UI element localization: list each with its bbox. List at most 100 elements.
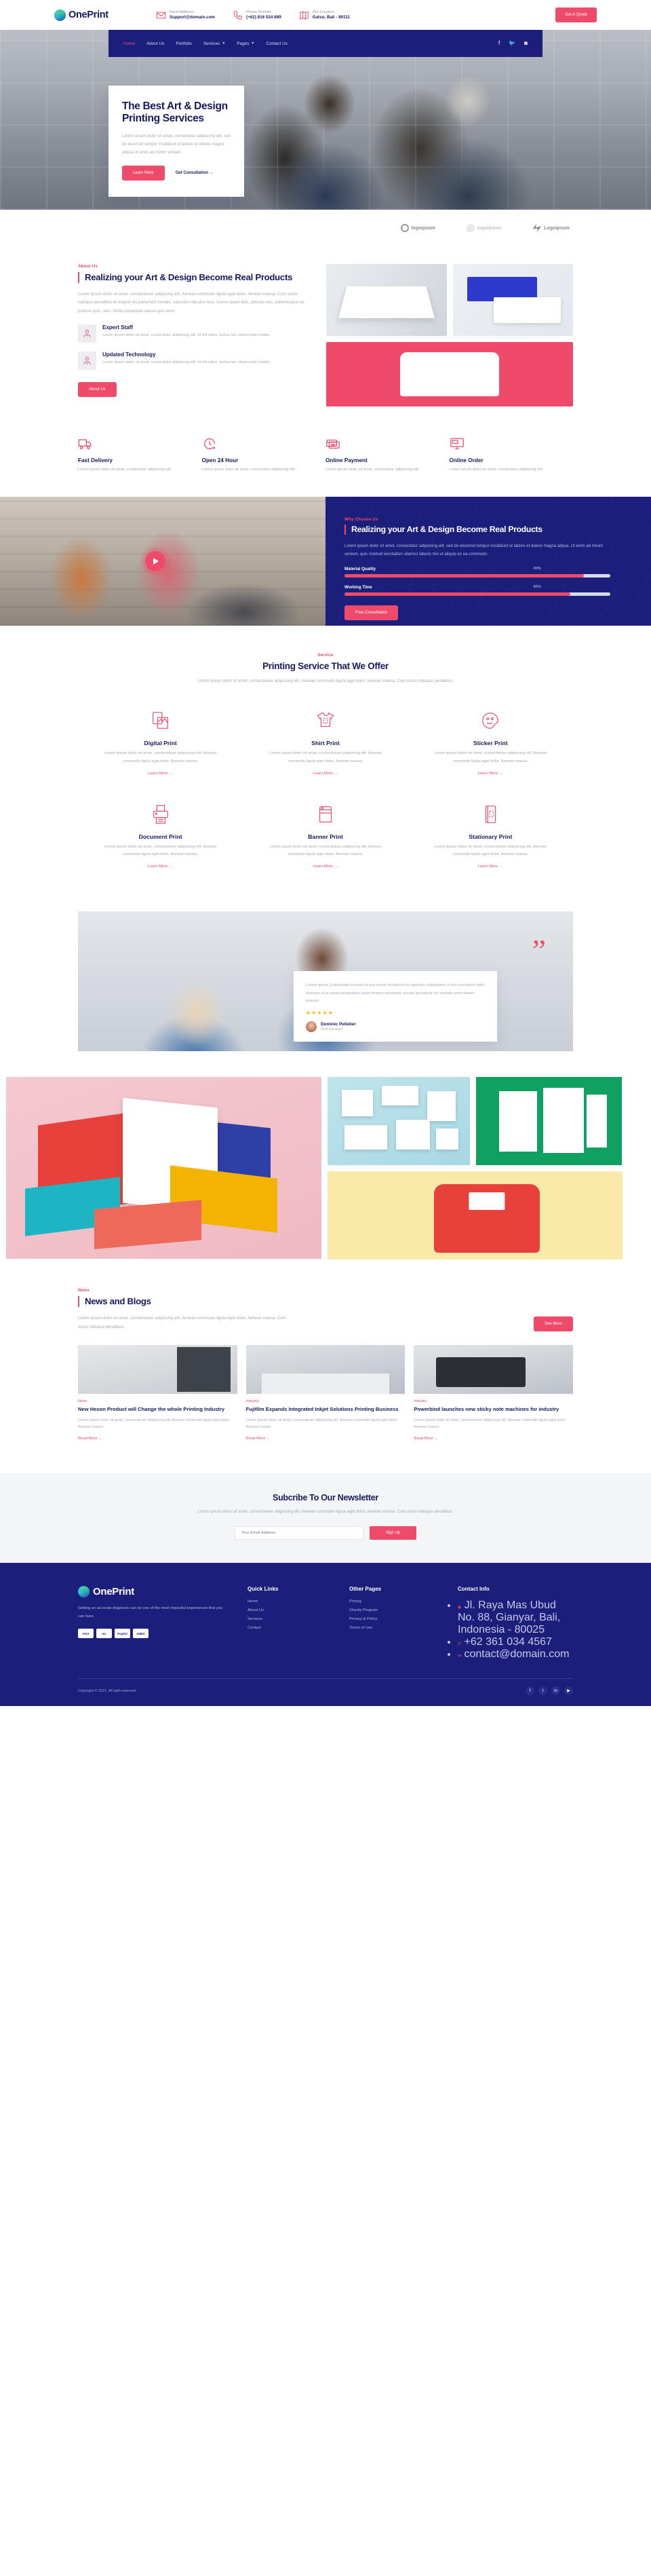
- nav-item-home[interactable]: Home: [123, 41, 135, 46]
- blog-card-1[interactable]: News New Hexon Product will Change the w…: [78, 1345, 237, 1443]
- feature-fast-delivery: Fast Delivery Lorem ipsum dolor sit amet…: [78, 434, 202, 474]
- linkedin-icon[interactable]: in: [551, 1686, 560, 1696]
- blog-3-link[interactable]: Read More →: [414, 1437, 438, 1441]
- feature-open-24-hour: Open 24 Hour Lorem ipsum dolor sit amet,…: [202, 434, 326, 474]
- nav-item-pages[interactable]: Pages ▼: [237, 41, 254, 46]
- nav-item-portfolio[interactable]: Portfolio: [176, 41, 191, 46]
- topbar-contact-email[interactable]: Email Address Support@domain.com: [156, 10, 215, 20]
- top-bar: OnePrint Email Address Support@domain.co…: [0, 0, 651, 30]
- contact-address: ◉ Jl. Raya Mas Ubud No. 88, Gianyar, Bal…: [458, 1599, 573, 1636]
- quick-link-about-us[interactable]: About Us: [248, 1608, 349, 1612]
- instagram-icon[interactable]: ◙: [524, 41, 528, 46]
- service-6-link[interactable]: Learn More →: [478, 865, 503, 869]
- quick-link-contact[interactable]: Contact: [248, 1626, 349, 1630]
- why-title: Realizing your Art & Design Become Real …: [344, 525, 610, 535]
- contact-email[interactable]: ✉ contact@domain.com: [458, 1648, 573, 1661]
- service-1-title: Digital Print: [144, 740, 177, 747]
- blog-2-image: [245, 1345, 406, 1395]
- footer-brand[interactable]: OnePrint: [78, 1586, 223, 1598]
- contact-phone[interactable]: ✆ +62 361 034 4567: [458, 1636, 573, 1648]
- why-choose-us-section: Why Choose Us Realizing your Art & Desig…: [0, 497, 651, 626]
- service-3-text: Lorem ipsum dolor sit amet, consectetuer…: [434, 751, 547, 763]
- service-1-link[interactable]: Learn More →: [148, 772, 173, 776]
- blog-card-2[interactable]: Industry Fujifilm Expands Integrated Ink…: [245, 1345, 406, 1443]
- other-page-privacy-policy[interactable]: Privacy & Policy: [349, 1617, 458, 1621]
- blog-card-3[interactable]: Industry Powerbind launches new sticky n…: [414, 1345, 574, 1443]
- topbar-contact-phone[interactable]: Phone Number (+62) 816 524 689: [233, 10, 281, 20]
- service-card-document-print[interactable]: Document Print Lorem ipsum dolor sit ame…: [78, 794, 243, 888]
- footer-quick-links: Quick Links Home About Us Services Conta…: [248, 1586, 349, 1661]
- why-video-thumbnail: [0, 497, 326, 626]
- blog-2-link[interactable]: Read More →: [246, 1437, 271, 1441]
- contact-email-value: contact@domain.com: [464, 1648, 570, 1661]
- digital-print-icon: [96, 707, 225, 734]
- facebook-icon[interactable]: f: [498, 41, 500, 46]
- about-feature-expert-staff: Expert Staff Lorem ipsum dolor sit amet,…: [78, 324, 309, 343]
- service-1-text: Lorem ipsum dolor sit amet, consectetuer…: [104, 751, 217, 763]
- bar-2-label: Working Time: [344, 584, 372, 590]
- gallery-image-moodboard[interactable]: [328, 1077, 470, 1166]
- email-icon: [156, 10, 166, 20]
- blog-2-title: Fujifilm Expands Integrated Inkjet Solut…: [245, 1406, 399, 1413]
- hero-get-consultation-link[interactable]: Get Consultation →: [176, 171, 214, 175]
- service-3-title: Sticker Print: [473, 740, 508, 747]
- topbar-contact-location[interactable]: Our Location Gatsu, Bali - 80111: [299, 10, 350, 20]
- footer: OnePrint Getting an accurate diagnosis c…: [0, 1563, 651, 1707]
- quick-link-home[interactable]: Home: [248, 1599, 349, 1604]
- service-card-sticker-print[interactable]: Sticker Print Lorem ipsum dolor sit amet…: [408, 700, 573, 794]
- twitter-icon[interactable]: t: [538, 1686, 547, 1696]
- blog-3-image: [414, 1345, 574, 1395]
- quick-link-services[interactable]: Services: [248, 1617, 349, 1621]
- play-icon[interactable]: [145, 551, 165, 572]
- service-5-link[interactable]: Learn More →: [313, 865, 338, 869]
- newsletter-signup-button[interactable]: Sign Up: [369, 1526, 417, 1540]
- contact-address-value: Jl. Raya Mas Ubud No. 88, Gianyar, Bali,…: [458, 1599, 561, 1636]
- twitter-icon[interactable]: 🐦: [509, 41, 515, 46]
- newsletter-email-input[interactable]: [234, 1526, 363, 1540]
- service-card-shirt-print[interactable]: Shirt Print Lorem ipsum dolor sit amet, …: [243, 700, 408, 794]
- main-navigation: Home About Us Portfolio Services ▼ Pages ▼…: [108, 30, 542, 57]
- feature-online-order: Online Order Lorem ipsum dolor sit amet,…: [450, 434, 574, 474]
- testimonial-quote: Lorem ipsum Quibusdam eveniet ut eos rer…: [306, 983, 485, 1004]
- blog-1-link[interactable]: Read More →: [78, 1437, 102, 1441]
- chevron-down-icon: ▼: [222, 41, 226, 45]
- about-image-businesscard: [452, 264, 573, 336]
- youtube-icon[interactable]: ▶: [564, 1686, 573, 1696]
- hero-learn-more-button[interactable]: Learn More: [122, 166, 165, 181]
- nav-item-about-us[interactable]: About Us: [146, 41, 164, 46]
- mail-icon: ✉: [458, 1654, 462, 1659]
- gallery-image-tshirt-mockup[interactable]: [328, 1171, 623, 1260]
- gallery-image-boxes[interactable]: [6, 1077, 321, 1259]
- nav-item-services[interactable]: Services ▼: [203, 41, 225, 46]
- about-button[interactable]: About Us: [78, 382, 117, 398]
- services-section: Service Printing Service That We Offer L…: [78, 626, 573, 905]
- news-see-more-button[interactable]: See More: [533, 1317, 573, 1332]
- service-card-digital-print[interactable]: Digital Print Lorem ipsum dolor sit amet…: [78, 700, 243, 794]
- client-logos: logoipsum logoipsum Logoipsum: [0, 210, 651, 246]
- gallery-image-books[interactable]: [476, 1077, 622, 1166]
- service-card-banner-print[interactable]: Banner Print Lorem ipsum dolor sit amet,…: [243, 794, 408, 888]
- other-page-terms-of-use[interactable]: Terms of Use: [349, 1626, 458, 1630]
- blog-3-text: Lorem ipsum dolor sit amet, consectetuer…: [414, 1418, 566, 1429]
- service-4-link[interactable]: Learn More →: [148, 865, 173, 869]
- brand-mark-icon: [78, 1586, 90, 1598]
- other-page-charity-program[interactable]: Charity Program: [349, 1608, 458, 1612]
- get-a-quote-button[interactable]: Get A Quote: [555, 7, 597, 22]
- blog-1-text: Lorem ipsum dolor sit amet, consectetuer…: [78, 1418, 231, 1429]
- service-3-link[interactable]: Learn More →: [478, 772, 503, 776]
- other-page-pricing[interactable]: Pricing: [349, 1599, 458, 1604]
- free-consultation-button[interactable]: Free Consultation: [344, 605, 399, 620]
- feature-3-text: Lorem ipsum dolor sit amet, consectetur …: [326, 468, 420, 472]
- phone-label: Phone Number: [246, 10, 272, 14]
- visa-icon: VISA: [78, 1629, 94, 1639]
- bar-1-label: Material Quality: [344, 566, 376, 571]
- service-2-text: Lorem ipsum dolor sit amet, consectetuer…: [269, 751, 382, 763]
- service-card-stationary-print[interactable]: Stationary Print Lorem ipsum dolor sit a…: [408, 794, 573, 888]
- brand-logo[interactable]: OnePrint: [54, 9, 156, 21]
- service-2-link[interactable]: Learn More →: [313, 772, 338, 776]
- nav-item-contact-us[interactable]: Contact Us: [266, 41, 288, 46]
- quote-icon: ”: [532, 933, 546, 968]
- brand-mark-icon: [54, 9, 66, 21]
- about-image-book: [326, 264, 447, 336]
- facebook-icon[interactable]: f: [526, 1686, 534, 1696]
